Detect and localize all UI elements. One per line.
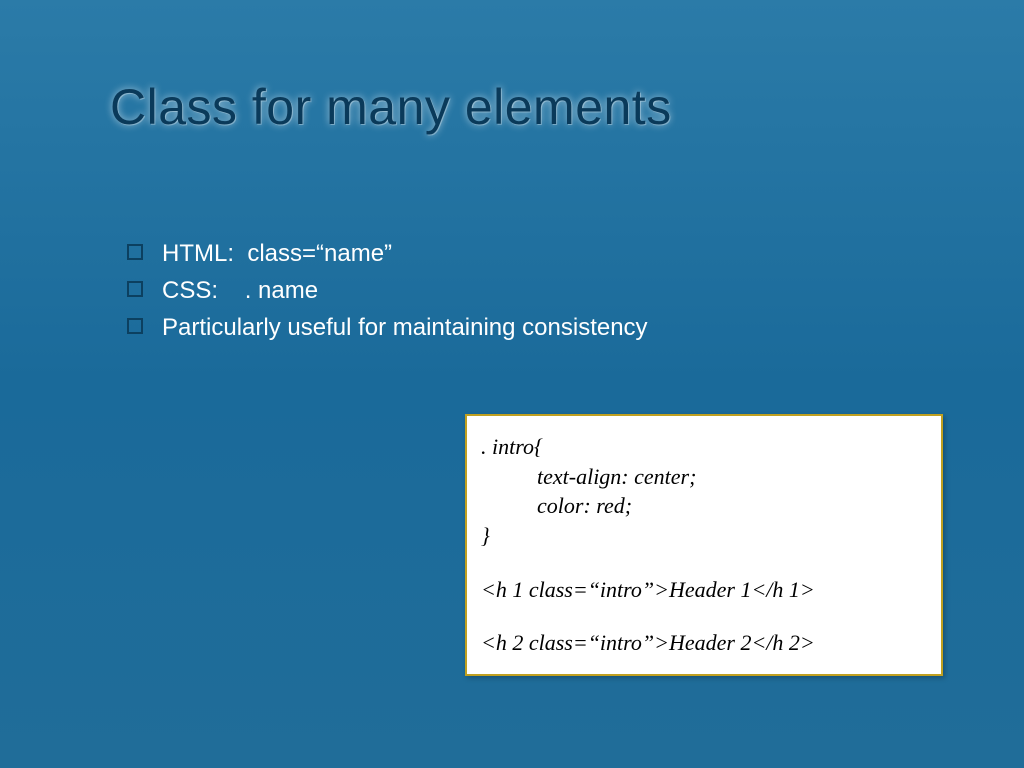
code-line: color: red; [481,491,927,521]
code-line: } [481,521,927,551]
code-line: text-align: center; [481,462,927,492]
checkbox-icon [127,281,143,297]
bullet-text: Particularly useful for maintaining cons… [162,314,648,342]
code-line: <h 2 class=“intro”>Header 2</h 2> [481,628,927,658]
bullet-item: Particularly useful for maintaining cons… [127,314,648,342]
bullet-text: CSS: . name [162,277,318,305]
bullet-item: CSS: . name [127,277,648,305]
code-example-box: . intro{ text-align: center; color: red;… [465,414,943,676]
checkbox-icon [127,318,143,334]
bullet-list: HTML: class=“name” CSS: . name Particula… [127,240,648,351]
bullet-text: HTML: class=“name” [162,240,392,268]
code-line: <h 1 class=“intro”>Header 1</h 1> [481,575,927,605]
slide-title: Class for many elements [110,78,672,136]
bullet-item: HTML: class=“name” [127,240,648,268]
checkbox-icon [127,244,143,260]
code-line: . intro{ [481,432,927,462]
